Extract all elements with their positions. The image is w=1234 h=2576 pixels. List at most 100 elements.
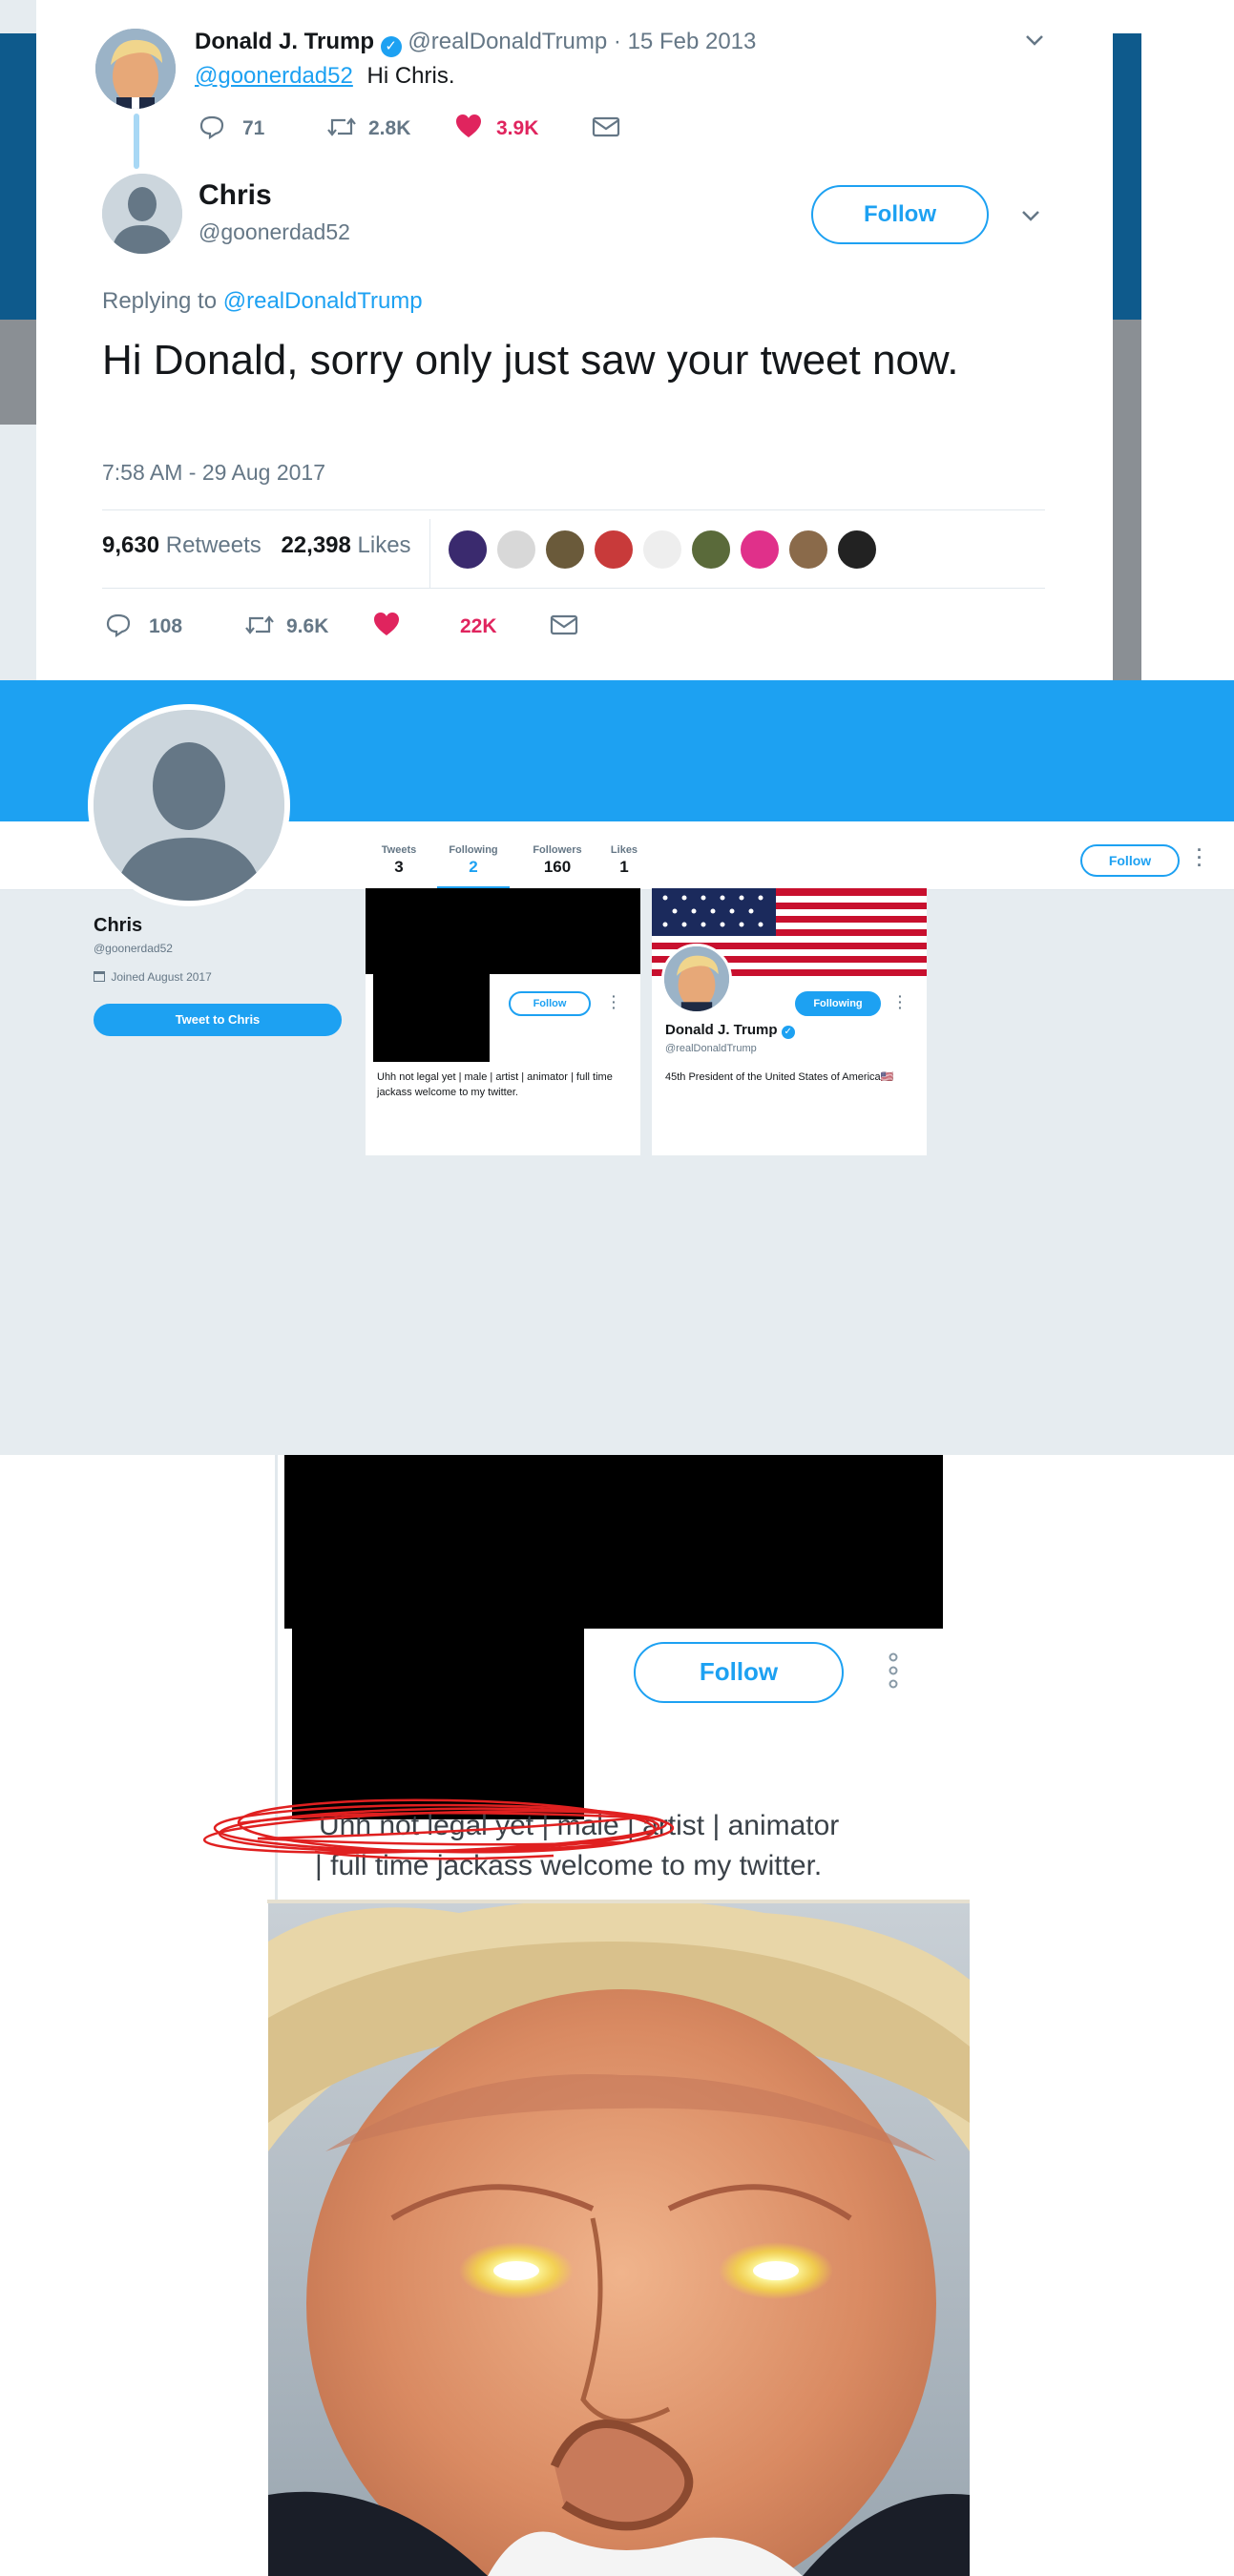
reply-author-handle[interactable]: @goonerdad52	[199, 219, 350, 245]
liker-avatars	[447, 529, 886, 571]
tweet-screenshot-panel: Donald J. Trump ✓ @realDonaldTrump · 15 …	[0, 0, 1234, 680]
profile-follow-button[interactable]: Follow	[1080, 844, 1180, 877]
card-following-button[interactable]: Following	[795, 991, 881, 1016]
stat-label: Following	[449, 844, 498, 856]
like-total-label[interactable]: Likes	[358, 532, 411, 558]
reply-icon[interactable]	[199, 114, 225, 139]
like-count: 3.9K	[496, 117, 539, 139]
background-left	[0, 0, 36, 680]
verified-badge-icon: ✓	[380, 36, 402, 57]
card-follow-button[interactable]: Follow	[509, 991, 591, 1016]
liker-avatar[interactable]	[495, 529, 537, 571]
retweet-icon[interactable]	[326, 114, 357, 139]
retweet-count: 2.8K	[368, 117, 411, 139]
profile-page-panel: Tweets 3 Following 2 Followers 160 Likes…	[0, 680, 1234, 1455]
stat-value: 2	[469, 858, 478, 876]
chevron-down-icon[interactable]	[1023, 31, 1046, 50]
stat-value: 160	[543, 858, 572, 876]
stat-tweets[interactable]: Tweets 3	[374, 844, 424, 877]
reply-action-bar: 108 9.6K 22K	[105, 611, 639, 641]
stat-value: 1	[619, 858, 629, 876]
tweet-to-button[interactable]: Tweet to Chris	[94, 1004, 342, 1036]
redacted-avatar	[373, 970, 490, 1062]
stat-label: Tweets	[381, 844, 417, 856]
reply-count: 108	[149, 615, 183, 637]
glowing-eyes-face-image	[268, 1903, 970, 2576]
more-options-icon[interactable]: · · ·	[898, 989, 904, 1014]
red-scribble-annotation	[202, 1798, 675, 1860]
liker-avatar[interactable]	[836, 529, 878, 571]
original-action-bar: 71 2.8K 3.9K	[199, 113, 733, 143]
following-card[interactable]: Following · · · Donald J. Trump ✓ @realDon…	[652, 888, 927, 1155]
redacted-banner	[284, 1455, 943, 1629]
liker-avatar[interactable]	[641, 529, 683, 571]
reply-author-name[interactable]: Chris	[199, 179, 272, 212]
more-options-icon[interactable]: · · ·	[1197, 841, 1204, 874]
replying-to-label: Replying to	[102, 288, 218, 314]
reply-tweet-text: Hi Donald, sorry only just saw your twee…	[102, 337, 959, 384]
card-avatar[interactable]	[661, 944, 732, 1014]
reply-icon[interactable]	[105, 613, 132, 637]
trump-glowing-eyes-image	[268, 1903, 970, 2576]
retweet-icon[interactable]	[244, 613, 275, 637]
chevron-down-icon[interactable]	[1019, 206, 1042, 225]
more-options-icon[interactable]: · · ·	[612, 989, 617, 1014]
joined-text: Joined August 2017	[111, 970, 212, 984]
stats-divider-top	[102, 509, 1045, 510]
trump-avatar[interactable]	[95, 29, 176, 109]
replying-to-handle[interactable]: @realDonaldTrump	[223, 288, 423, 314]
card-handle[interactable]: @realDonaldTrump	[665, 1043, 757, 1054]
retweet-total-label[interactable]: Retweets	[166, 532, 261, 558]
redacted-banner	[366, 888, 640, 974]
liker-avatar[interactable]	[787, 529, 829, 571]
original-author-handle[interactable]: @realDonaldTrump	[408, 29, 607, 54]
stat-following[interactable]: Following 2	[437, 844, 510, 890]
liker-avatar[interactable]	[593, 529, 635, 571]
stat-followers[interactable]: Followers 160	[523, 844, 592, 877]
card-name[interactable]: Donald J. Trump	[665, 1022, 778, 1038]
like-total[interactable]: 22,398	[281, 532, 350, 558]
card-bio: 45th President of the United States of A…	[665, 1071, 894, 1083]
chris-avatar[interactable]	[102, 174, 182, 254]
more-options-icon[interactable]	[888, 1652, 899, 1690]
like-count: 22K	[460, 615, 497, 637]
liker-avatar[interactable]	[739, 529, 781, 571]
zoom-panel: Follow Uhh not legal yet | male | artist…	[0, 1455, 1234, 2576]
zoom-follow-button[interactable]: Follow	[634, 1642, 844, 1703]
original-author-name[interactable]: Donald J. Trump	[195, 29, 374, 54]
tweet-card: Donald J. Trump ✓ @realDonaldTrump · 15 …	[36, 4, 1113, 680]
verified-badge-icon: ✓	[781, 1026, 795, 1039]
heart-icon[interactable]	[372, 611, 401, 637]
retweet-total[interactable]: 9,630	[102, 532, 159, 558]
following-card[interactable]: Follow · · · Uhh not legal yet | male | ar…	[366, 888, 640, 1155]
liker-avatar[interactable]	[447, 529, 489, 571]
stats-divider-bottom	[102, 588, 1045, 589]
direct-message-icon[interactable]	[550, 614, 578, 635]
profile-handle[interactable]: @goonerdad52	[94, 942, 173, 955]
default-profile-icon	[94, 710, 284, 901]
liker-avatar[interactable]	[690, 529, 732, 571]
stat-label: Followers	[533, 844, 582, 856]
thread-line	[134, 114, 139, 169]
follow-button[interactable]: Follow	[811, 185, 989, 244]
liker-avatar[interactable]	[544, 529, 586, 571]
mention-link[interactable]: @goonerdad52	[195, 63, 353, 89]
joined-date: Joined August 2017	[94, 970, 212, 984]
stat-label: Likes	[610, 844, 638, 856]
calendar-icon	[94, 971, 105, 982]
default-profile-icon	[102, 174, 182, 254]
reply-count: 71	[242, 117, 265, 139]
direct-message-icon[interactable]	[592, 116, 620, 137]
stat-likes[interactable]: Likes 1	[603, 844, 645, 877]
profile-name[interactable]: Chris	[94, 915, 142, 937]
stats-vertical-divider	[429, 519, 430, 588]
retweet-count: 9.6K	[286, 615, 329, 637]
background-right	[1113, 0, 1234, 680]
stat-value: 3	[394, 858, 404, 876]
trump-face-icon	[664, 946, 729, 1011]
original-tweet-date[interactable]: · 15 Feb 2013	[614, 29, 756, 54]
trump-face-icon	[95, 29, 176, 109]
profile-avatar[interactable]	[88, 704, 290, 906]
reply-timestamp[interactable]: 7:58 AM - 29 Aug 2017	[102, 460, 325, 486]
heart-icon[interactable]	[454, 113, 483, 139]
